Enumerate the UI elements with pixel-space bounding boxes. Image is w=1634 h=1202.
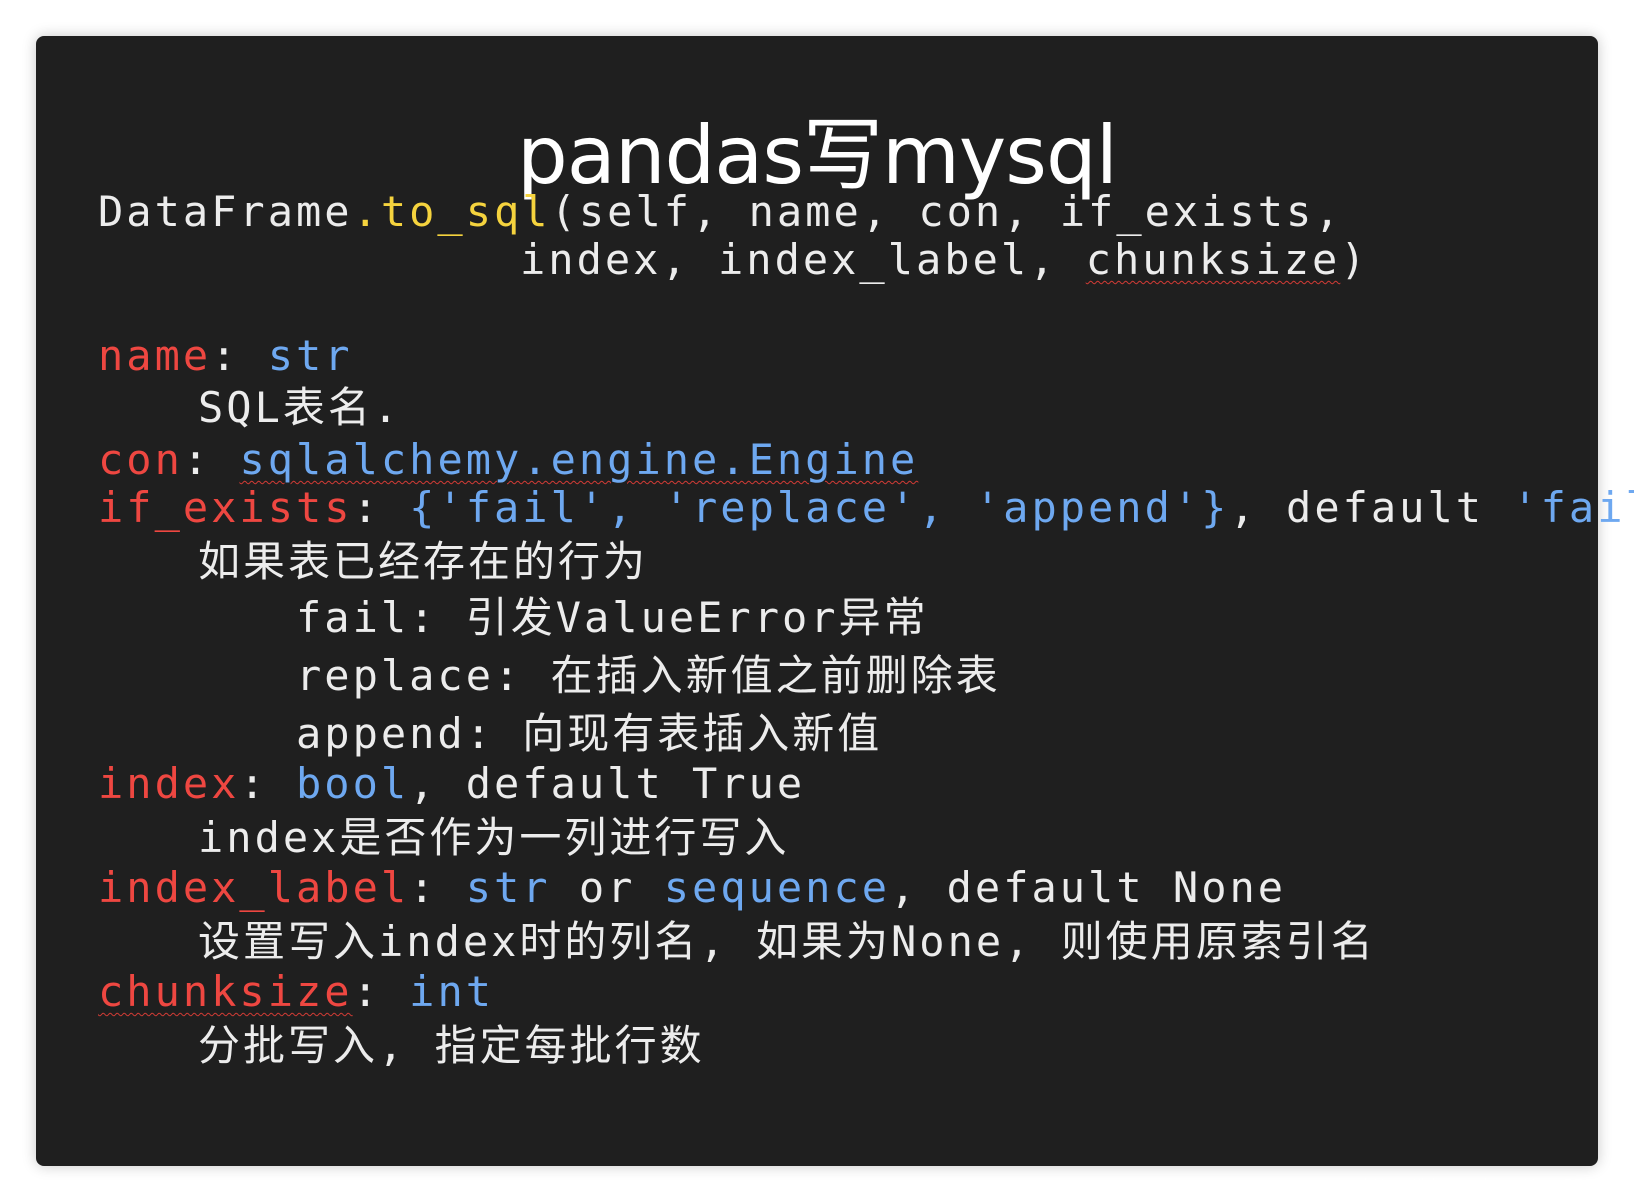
param-index-label-colon: : xyxy=(409,863,466,912)
param-index-line: index: bool, default True xyxy=(98,758,805,810)
param-name-label: name xyxy=(98,331,212,380)
param-chunksize-desc: 分批写入, 指定每批行数 xyxy=(198,1021,705,1070)
param-index-label-label: index_label xyxy=(98,863,410,912)
signature-line-1: DataFrame.to_sql(self, name, con, if_exi… xyxy=(98,186,1343,238)
param-index-desc: index是否作为一列进行写入 xyxy=(198,813,790,862)
param-if-exists-option-fail: fail: 引发ValueError异常 xyxy=(296,593,929,642)
param-name-type: str xyxy=(267,331,353,380)
param-if-exists-label: if_exists xyxy=(98,483,353,532)
param-name-colon: : xyxy=(211,331,268,380)
param-if-exists-line: if_exists: {'fail', 'replace', 'append'}… xyxy=(98,482,1634,534)
signature-args-1: (self, name, con, if_exists, xyxy=(550,187,1343,236)
param-chunksize-label: chunksize xyxy=(98,967,353,1016)
signature-method: .to_sql xyxy=(352,187,551,236)
param-index-type: bool xyxy=(296,759,410,808)
param-index-colon: : xyxy=(239,759,297,808)
param-con-label: con xyxy=(98,435,183,484)
param-index-label-line: index_label: str or sequence, default No… xyxy=(98,862,1286,914)
param-index-label-type2: sequence xyxy=(663,863,891,912)
param-index-label-suffix: , default None xyxy=(890,863,1287,912)
param-chunksize-line: chunksize: int xyxy=(98,966,494,1018)
param-if-exists-type: {'fail', 'replace', 'append'} xyxy=(409,483,1230,532)
param-name-line: name: str xyxy=(98,330,353,382)
watermark: https://blog.csdn.net/qq_379759 xyxy=(1363,1175,1624,1194)
param-con-line: con: sqlalchemy.engine.Engine xyxy=(98,434,918,486)
signature-line-2: index, index_label, chunksize) xyxy=(520,234,1369,286)
param-if-exists-option-replace: replace: 在插入新值之前删除表 xyxy=(296,651,1001,700)
signature-object: DataFrame xyxy=(98,187,353,236)
param-if-exists-default: 'fail' xyxy=(1512,483,1634,532)
signature-close-paren: ) xyxy=(1340,235,1369,284)
param-index-label: index xyxy=(98,759,240,808)
signature-args-2: index, index_label, xyxy=(520,235,1086,284)
param-index-suffix: , default True xyxy=(409,759,806,808)
param-con-type: sqlalchemy.engine.Engine xyxy=(239,435,919,484)
param-con-colon: : xyxy=(182,435,240,484)
param-if-exists-suffix: , default xyxy=(1229,483,1513,532)
param-index-label-type1: str xyxy=(465,863,551,912)
param-name-desc: SQL表名. xyxy=(198,383,402,432)
param-index-label-or: or xyxy=(550,863,664,912)
param-if-exists-colon: : xyxy=(352,483,410,532)
param-chunksize-type: int xyxy=(409,967,495,1016)
slide-card: pandas写mysql DataFrame.to_sql(self, name… xyxy=(36,36,1634,1166)
param-index-label-desc: 设置写入index时的列名, 如果为None, 则使用原索引名 xyxy=(198,917,1376,966)
signature-chunksize: chunksize xyxy=(1085,235,1341,284)
param-if-exists-option-append: append: 向现有表插入新值 xyxy=(296,709,883,758)
param-if-exists-desc: 如果表已经存在的行为 xyxy=(198,537,649,586)
param-chunksize-colon: : xyxy=(352,967,410,1016)
